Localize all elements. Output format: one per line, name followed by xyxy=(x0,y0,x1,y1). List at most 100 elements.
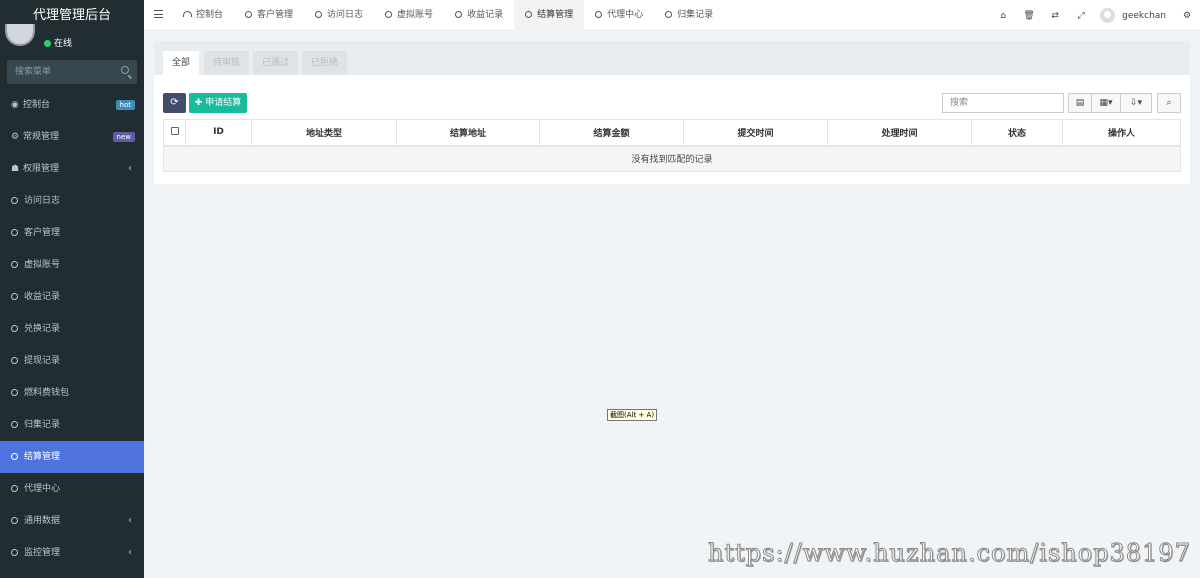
circle-icon xyxy=(11,325,18,332)
column-header[interactable]: 状态 xyxy=(971,119,1063,147)
sidebar-item-withdraw[interactable]: 提现记录 xyxy=(0,345,144,377)
home-icon[interactable]: ⌂ xyxy=(990,11,1016,21)
circle-icon xyxy=(11,261,18,268)
sidebar-item-earnings[interactable]: 收益记录 xyxy=(0,281,144,313)
content-panel: 全部 待审核 已通过 已拒绝 ⟳ ✚ 申请结算 ▤ ▦▾ ⇩▾ ⌕ ID 地址类… xyxy=(154,41,1190,184)
sidebar-item-exchange[interactable]: 兑换记录 xyxy=(0,313,144,345)
export-icon: ⇩▾ xyxy=(1129,98,1143,108)
sidebar-item-general[interactable]: ⚙ 常规管理 new xyxy=(0,121,144,153)
online-dot-icon xyxy=(44,40,51,47)
status-tabs: 全部 待审核 已通过 已拒绝 xyxy=(154,41,1190,75)
apply-settlement-button[interactable]: ✚ 申请结算 xyxy=(189,93,247,113)
column-header[interactable]: 地址类型 xyxy=(251,119,397,147)
trash-icon[interactable]: 🗑 xyxy=(1016,11,1042,21)
sidebar-item-agent-center[interactable]: 代理中心 xyxy=(0,473,144,505)
menu-toggle-icon[interactable] xyxy=(154,10,163,18)
group-icon: ☗ xyxy=(11,164,20,174)
tab-all[interactable]: 全部 xyxy=(163,51,200,75)
plus-icon: ✚ xyxy=(194,98,206,108)
hot-badge: hot xyxy=(115,100,135,110)
column-header[interactable]: 提交时间 xyxy=(683,119,828,147)
circle-icon xyxy=(11,293,18,300)
nav-tabs: 控制台 客户管理 访问日志 虚拟账号 收益记录 结算管理 代理中心 归集记录 xyxy=(172,0,724,31)
tab-agent-center[interactable]: 代理中心 xyxy=(584,0,654,31)
circle-icon xyxy=(525,11,533,18)
tab-customers[interactable]: 客户管理 xyxy=(234,0,304,31)
circle-icon xyxy=(11,357,18,364)
screenshot-tooltip: 截图(Alt + A) xyxy=(607,409,658,421)
language-icon[interactable]: ⇄ xyxy=(1042,11,1068,21)
tab-rejected[interactable]: 已拒绝 xyxy=(302,51,348,75)
sidebar-item-fuel-wallet[interactable]: 燃料费钱包 xyxy=(0,377,144,409)
tab-visit-log[interactable]: 访问日志 xyxy=(304,0,374,31)
sidebar-item-customers[interactable]: 客户管理 xyxy=(0,217,144,249)
sidebar-item-visit-log[interactable]: 访问日志 xyxy=(0,185,144,217)
top-header: 控制台 客户管理 访问日志 虚拟账号 收益记录 结算管理 代理中心 归集记录 ⌂… xyxy=(144,0,1200,31)
select-all-cell xyxy=(163,119,186,147)
sidebar-item-settlement[interactable]: 结算管理 xyxy=(0,441,144,473)
circle-icon xyxy=(11,421,18,428)
header-actions: ⌂ 🗑 ⇄ ⤢ geekchan ⚙ xyxy=(990,0,1200,31)
column-header[interactable]: 处理时间 xyxy=(827,119,972,147)
tab-dashboard[interactable]: 控制台 xyxy=(172,0,234,31)
sidebar-item-common-data[interactable]: 通用数据 ‹ xyxy=(0,505,144,537)
tab-collection[interactable]: 归集记录 xyxy=(654,0,724,31)
settlement-table: ID 地址类型 结算地址 结算金额 提交时间 处理时间 状态 操作人 没有找到匹… xyxy=(163,119,1181,172)
sidebar: 代理管理后台 在线 ◉控制台hot ⚙常规管理new ☗权限管理‹ 访问日志 客… xyxy=(0,0,144,578)
sidebar-item-dashboard[interactable]: ◉ 控制台 hot xyxy=(0,89,144,121)
online-status: 在线 xyxy=(44,36,72,49)
select-all-checkbox[interactable] xyxy=(170,126,179,135)
chevron-left-icon: ‹ xyxy=(128,515,132,526)
tab-settlement[interactable]: 结算管理 xyxy=(514,0,585,31)
advanced-search-button[interactable]: ⌕ xyxy=(1157,93,1181,113)
tab-pending[interactable]: 待审核 xyxy=(204,51,250,75)
circle-icon xyxy=(245,11,253,18)
circle-icon xyxy=(11,197,18,204)
user-menu[interactable]: geekchan xyxy=(1100,8,1166,23)
sidebar-item-monitor[interactable]: 监控管理 ‹ xyxy=(0,537,144,569)
search-icon[interactable] xyxy=(121,66,129,74)
tab-virtual-accounts[interactable]: 虚拟账号 xyxy=(374,0,444,31)
export-button[interactable]: ⇩▾ xyxy=(1120,93,1152,113)
sidebar-menu: ◉ 控制台 hot ⚙ 常规管理 new ☗ 权限管理 ‹ 访问日志 客户管理 虚拟账号 收… xyxy=(0,89,144,569)
chevron-left-icon: ‹ xyxy=(128,163,132,174)
tab-earnings[interactable]: 收益记录 xyxy=(444,0,514,31)
circle-icon xyxy=(11,229,18,236)
watermark-text: https://www.huzhan.com/ishop38197 xyxy=(708,539,1191,568)
grid-icon: ▦▾ xyxy=(1099,98,1113,108)
dashboard-icon xyxy=(183,11,192,17)
table-header-row: ID 地址类型 结算地址 结算金额 提交时间 处理时间 状态 操作人 xyxy=(163,119,1181,147)
column-header[interactable]: 结算地址 xyxy=(396,119,540,147)
sidebar-item-virtual-accounts[interactable]: 虚拟账号 xyxy=(0,249,144,281)
sidebar-search-input[interactable] xyxy=(7,60,137,84)
table-empty-row: 没有找到匹配的记录 xyxy=(163,145,1181,172)
username: geekchan xyxy=(1122,10,1166,21)
columns-button[interactable]: ▦▾ xyxy=(1091,93,1121,113)
column-header[interactable]: ID xyxy=(185,119,252,147)
sidebar-search xyxy=(7,60,137,84)
circle-icon xyxy=(385,11,393,18)
circle-icon xyxy=(11,389,18,396)
tab-approved[interactable]: 已通过 xyxy=(253,51,299,75)
circle-icon xyxy=(11,453,18,460)
table-icon: ▤ xyxy=(1075,98,1085,108)
fullscreen-icon[interactable]: ⤢ xyxy=(1068,11,1094,21)
circle-icon xyxy=(595,11,603,18)
circle-icon xyxy=(11,485,18,492)
circle-icon xyxy=(11,549,18,556)
circle-icon xyxy=(315,11,323,18)
column-header[interactable]: 操作人 xyxy=(1062,119,1181,147)
table-search-input[interactable] xyxy=(942,93,1064,113)
new-badge: new xyxy=(112,132,135,142)
column-header[interactable]: 结算金额 xyxy=(539,119,684,147)
cogs-icon: ⚙ xyxy=(11,132,20,142)
circle-icon xyxy=(455,11,463,18)
user-avatar xyxy=(1100,8,1116,23)
circle-icon xyxy=(665,11,673,18)
sidebar-item-auth[interactable]: ☗ 权限管理 ‹ xyxy=(0,153,144,185)
refresh-button[interactable]: ⟳ xyxy=(163,93,186,113)
cogs-icon[interactable]: ⚙ xyxy=(1174,11,1200,21)
dashboard-icon: ◉ xyxy=(11,100,19,110)
toggle-view-button[interactable]: ▤ xyxy=(1068,93,1092,113)
sidebar-item-collection[interactable]: 归集记录 xyxy=(0,409,144,441)
